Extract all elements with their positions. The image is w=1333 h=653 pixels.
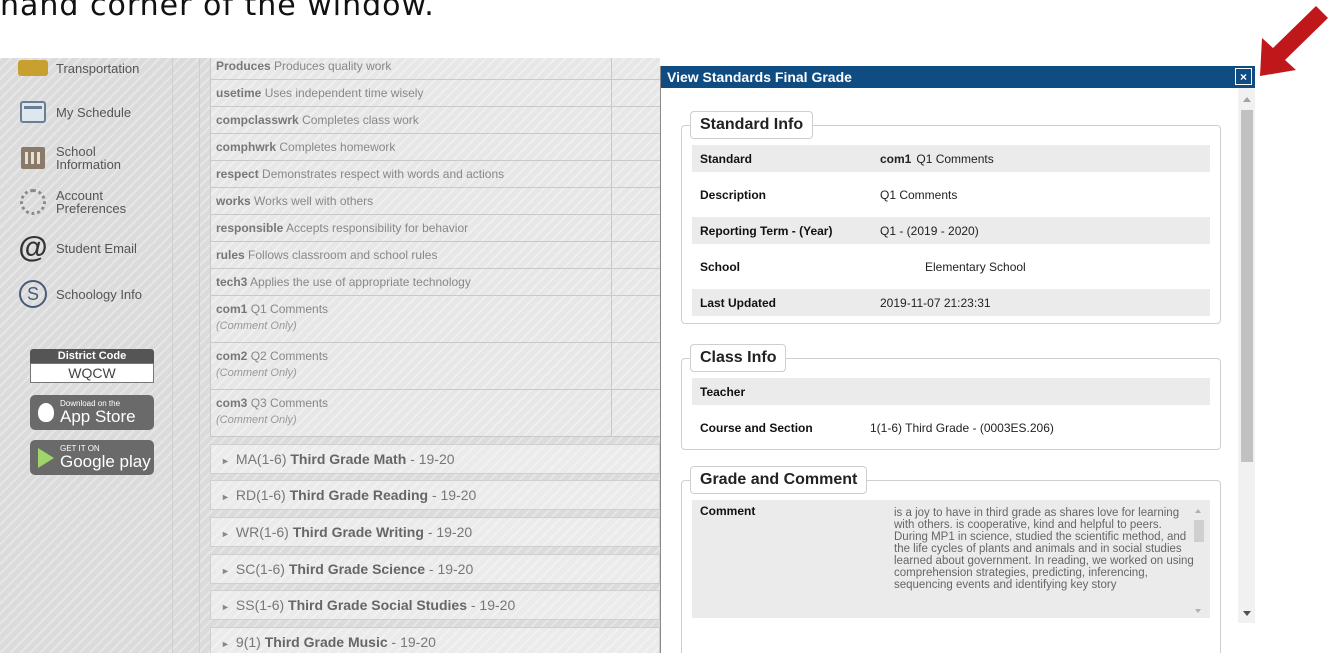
modal-title-bar: View Standards Final Grade × <box>661 66 1255 88</box>
table-row: usetime Uses independent time wisely <box>210 80 660 107</box>
scroll-thumb[interactable] <box>1241 110 1253 462</box>
grade-comment-legend: Grade and Comment <box>690 466 868 494</box>
school-row: School Elementary School <box>700 259 1026 274</box>
comment-text: is a joy to have in third grade as share… <box>894 507 1194 591</box>
red-arrow-icon <box>1260 6 1328 76</box>
standard-row: Standard com1 Q1 Comments <box>692 145 1210 172</box>
close-button[interactable]: × <box>1235 68 1252 85</box>
scroll-down-icon[interactable] <box>1195 609 1201 613</box>
table-row: works Works well with others <box>210 188 660 215</box>
chevron-right-icon: ► <box>221 639 230 649</box>
sidebar-item-label: Account Preferences <box>56 188 127 216</box>
course-row-math[interactable]: ► MA(1-6) Third Grade Math - 19-20 <box>210 444 660 474</box>
screenshot-root: hand corner of the window. Transportatio… <box>0 0 1333 653</box>
app-store-badge[interactable]: Download on the App Store <box>30 395 154 430</box>
scroll-up-icon[interactable] <box>1243 97 1251 102</box>
table-row[interactable]: com3 Q3 Comments (Comment Only) <box>210 390 660 437</box>
scroll-down-icon[interactable] <box>1243 611 1251 616</box>
background-page: Transportation My Schedule School Inform… <box>0 58 660 653</box>
at-sign-icon: @ <box>18 231 48 264</box>
table-row[interactable]: com1 Q1 Comments (Comment Only) <box>210 296 660 343</box>
sidebar-item-student-email[interactable]: @ Student Email <box>18 231 137 264</box>
bus-icon <box>18 58 48 82</box>
modal-scrollbar[interactable] <box>1238 88 1255 623</box>
teacher-row: Teacher <box>692 378 1210 405</box>
comment-row: Comment is a joy to have in third grade … <box>692 500 1210 618</box>
modal-title: View Standards Final Grade <box>667 69 852 85</box>
course-row-music[interactable]: ► 9(1) Third Grade Music - 19-20 <box>210 627 660 653</box>
sidebar-item-label: Student Email <box>56 240 137 256</box>
modal-body[interactable]: Standard Info Standard com1 Q1 Comments D… <box>661 88 1255 653</box>
sidebar-item-account-preferences[interactable]: Account Preferences <box>18 188 131 216</box>
chevron-right-icon: ► <box>221 602 230 612</box>
district-code-box: District Code WQCW <box>30 349 154 383</box>
gear-person-icon <box>18 188 48 216</box>
google-play-large-text: Google play <box>60 452 151 471</box>
table-row: compclasswrk Completes class work <box>210 107 660 134</box>
course-section-row: Course and Section 1(1-6) Third Grade - … <box>700 420 1054 435</box>
sidebar-item-label: My Schedule <box>56 104 132 120</box>
course-row-reading[interactable]: ► RD(1-6) Third Grade Reading - 19-20 <box>210 480 660 510</box>
table-row: respect Demonstrates respect with words … <box>210 161 660 188</box>
last-updated-row: Last Updated 2019-11-07 21:23:31 <box>692 289 1210 316</box>
sidebar-item-schoology-info[interactable]: S Schoology Info <box>18 280 142 308</box>
district-code-value: WQCW <box>30 363 154 383</box>
table-row: tech3 Applies the use of appropriate tec… <box>210 269 660 296</box>
chevron-right-icon: ► <box>221 529 230 539</box>
google-play-badge[interactable]: GET IT ON Google play <box>30 440 154 475</box>
course-row-social-studies[interactable]: ► SS(1-6) Third Grade Social Studies - 19… <box>210 590 660 620</box>
apple-logo-icon <box>38 403 54 422</box>
arrow-shape <box>1260 6 1328 76</box>
class-info-legend: Class Info <box>690 344 787 372</box>
instruction-caption: hand corner of the window. <box>0 0 435 23</box>
sidebar-item-label: Schoology Info <box>56 286 143 302</box>
district-code-label: District Code <box>30 349 154 363</box>
reporting-term-row: Reporting Term - (Year) Q1 - (2019 - 202… <box>692 217 1210 244</box>
comment-text-area[interactable]: is a joy to have in third grade as share… <box>890 504 1210 620</box>
app-store-large-text: App Store <box>60 407 136 426</box>
sidebar-item-my-schedule[interactable]: My Schedule <box>18 98 131 126</box>
standard-info-section: Standard Info Standard com1 Q1 Comments D… <box>681 111 1221 324</box>
table-row[interactable]: com2 Q2 Comments (Comment Only) <box>210 343 660 390</box>
standard-info-legend: Standard Info <box>690 111 814 139</box>
sidebar-item-transportation[interactable]: Transportation <box>18 58 139 82</box>
scroll-up-icon[interactable] <box>1195 509 1201 513</box>
chevron-right-icon: ► <box>221 492 230 502</box>
description-row: Description Q1 Comments <box>700 187 958 202</box>
grade-comment-section: Grade and Comment Comment is a joy to ha… <box>681 466 1221 653</box>
table-row: responsible Accepts responsibility for b… <box>210 215 660 242</box>
table-row: Produces Produces quality work <box>210 58 660 80</box>
schoology-s-icon: S <box>18 280 48 308</box>
table-row: rules Follows classroom and school rules <box>210 242 660 269</box>
chevron-right-icon: ► <box>221 566 230 576</box>
calendar-clock-icon <box>18 98 48 126</box>
standards-table: Produces Produces quality work usetime U… <box>210 58 660 437</box>
sidebar-item-label: Transportation <box>56 60 140 76</box>
view-standards-modal: View Standards Final Grade × Standard In… <box>660 66 1255 653</box>
scroll-thumb[interactable] <box>1194 520 1204 542</box>
school-building-icon <box>18 144 48 172</box>
column-divider <box>172 58 200 653</box>
course-row-writing[interactable]: ► WR(1-6) Third Grade Writing - 19-20 <box>210 517 660 547</box>
chevron-right-icon: ► <box>221 456 230 466</box>
google-play-logo-icon <box>38 447 54 468</box>
table-row: comphwrk Completes homework <box>210 134 660 161</box>
comment-scrollbar[interactable] <box>1193 504 1205 620</box>
sidebar-item-label: School Information <box>56 144 122 172</box>
sidebar-item-school-information[interactable]: School Information <box>18 144 126 172</box>
course-row-science[interactable]: ► SC(1-6) Third Grade Science - 19-20 <box>210 554 660 584</box>
sidebar: Transportation My Schedule School Inform… <box>0 58 175 653</box>
class-info-section: Class Info Teacher Course and Section 1(… <box>681 344 1221 450</box>
